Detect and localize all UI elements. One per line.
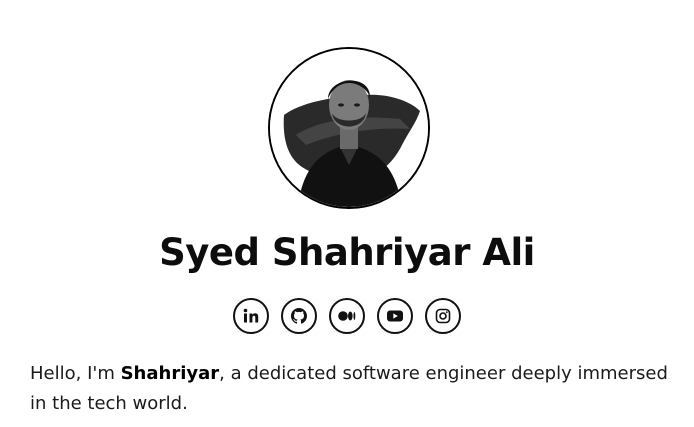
instagram-link[interactable] [425,298,461,334]
medium-icon [338,311,356,321]
intro-highlight: Shahriyar [120,363,220,384]
avatar-photo [270,49,428,207]
intro-text: Hello, I'm Shahriyar, a dedicated softwa… [30,359,670,419]
social-links [0,298,694,334]
youtube-link[interactable] [377,298,413,334]
linkedin-link[interactable] [233,298,269,334]
intro-prefix: Hello, I'm [30,363,121,384]
linkedin-icon [243,308,259,323]
youtube-icon [387,310,403,322]
medium-link[interactable] [329,298,365,334]
profile-avatar [268,47,430,209]
github-icon [291,308,307,324]
instagram-icon [435,308,451,324]
github-link[interactable] [281,298,317,334]
profile-name: Syed Shahriyar Ali [159,231,535,274]
